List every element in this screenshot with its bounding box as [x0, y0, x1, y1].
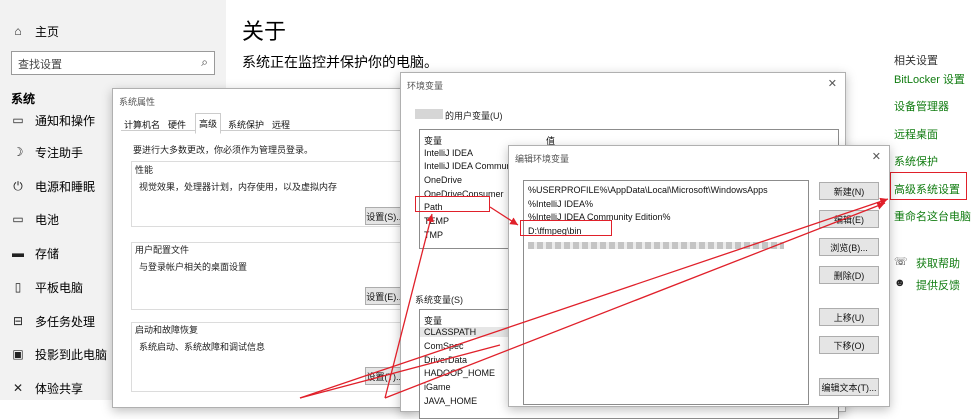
list-item[interactable]: ComSpec [424, 341, 464, 351]
list-item[interactable]: TMP [424, 230, 443, 240]
tab-system-protection[interactable]: 系统保护 [225, 115, 267, 134]
system-protection-link[interactable]: 系统保护 [894, 153, 938, 169]
user-vars-label: 的用户变量(U) [445, 111, 503, 121]
list-item[interactable]: OneDrive [424, 175, 462, 185]
get-help-link[interactable]: 获取帮助 [916, 255, 960, 271]
related-settings-heading: 相关设置 [894, 55, 938, 67]
sidebar-item-label: 存储 [35, 246, 60, 261]
tab-computer-name[interactable]: 计算机名 [121, 115, 163, 134]
new-button[interactable]: 新建(N) [819, 182, 879, 200]
col-variable: 变量 [424, 316, 443, 326]
moon-icon: ☽ [12, 145, 24, 159]
browse-button[interactable]: 浏览(B)... [819, 238, 879, 256]
sidebar-item-label: 多任务处理 [35, 314, 96, 329]
edit-button[interactable]: 编辑(E) [819, 210, 879, 228]
remote-desktop-link[interactable]: 远程桌面 [894, 126, 938, 142]
list-item[interactable]: TEMP [424, 216, 449, 226]
move-down-button[interactable]: 下移(O) [819, 336, 879, 354]
redacted-entry [528, 242, 784, 249]
sidebar-item-label: 投影到此电脑 [35, 347, 108, 362]
search-placeholder: 查找设置 [18, 59, 62, 71]
col-variable: 变量 [424, 136, 443, 146]
startup-title: 启动和故障恢复 [135, 325, 199, 335]
startup-desc: 系统启动、系统故障和调试信息 [139, 342, 266, 352]
share-icon: ✕ [12, 381, 24, 395]
page-subtitle: 系统正在监控并保护你的电脑。 [242, 54, 438, 70]
feedback-icon: ☻ [894, 277, 906, 289]
redacted-username [415, 109, 443, 119]
list-item[interactable]: iGame [424, 382, 451, 392]
notifications-icon: ▭ [12, 113, 24, 127]
list-item[interactable]: JAVA_HOME [424, 396, 477, 406]
tab-advanced[interactable]: 高级 [195, 113, 222, 134]
multitask-icon: ⊟ [12, 314, 24, 328]
help-icon: ☏ [894, 256, 908, 268]
sidebar-item-label: 专注助手 [35, 145, 84, 160]
search-input[interactable]: 查找设置 ⌕ [11, 51, 215, 75]
close-icon[interactable]: ✕ [872, 150, 881, 163]
path-entries-list[interactable]: %USERPROFILE%\AppData\Local\Microsoft\Wi… [523, 180, 809, 405]
list-item[interactable]: HADOOP_HOME [424, 368, 495, 378]
tablet-icon: ▯ [14, 280, 22, 294]
sidebar-item-label: 平板电脑 [35, 280, 84, 295]
sidebar-item-label: 主页 [35, 24, 60, 39]
dialog-title: 编辑环境变量 [515, 154, 570, 164]
tab-remote[interactable]: 远程 [269, 115, 293, 134]
related-settings: 相关设置 BitLocker 设置 设备管理器 远程桌面 系统保护 高级系统设置… [894, 0, 980, 400]
profile-title: 用户配置文件 [135, 245, 190, 255]
edit-environment-variable-dialog: 编辑环境变量 ✕ %USERPROFILE%\AppData\Local\Mic… [508, 145, 890, 407]
performance-desc: 视觉效果，处理器计划，内存使用，以及虚拟内存 [139, 182, 338, 192]
battery-icon: ▭ [12, 212, 24, 226]
project-icon: ▣ [12, 347, 24, 361]
list-item[interactable]: DriverData [424, 355, 467, 365]
power-icon: ⏻ [13, 178, 23, 193]
highlight-box [415, 196, 490, 212]
home-icon: ⌂ [14, 24, 22, 38]
edit-text-button[interactable]: 编辑文本(T)... [819, 378, 879, 396]
performance-title: 性能 [135, 165, 154, 175]
startup-settings-button[interactable]: 设置(T)... [365, 367, 405, 385]
sidebar-item-label: 电源和睡眠 [35, 179, 96, 194]
bitlocker-link[interactable]: BitLocker 设置 [894, 71, 965, 87]
admin-note: 要进行大多数更改，你必须作为管理员登录。 [133, 145, 314, 155]
sidebar-item-label: 体验共享 [35, 381, 84, 396]
profile-settings-button[interactable]: 设置(E)... [365, 287, 405, 305]
storage-icon: ▬ [12, 246, 24, 260]
dialog-title: 系统属性 [119, 97, 156, 107]
sidebar-item-home[interactable]: ⌂ 主页 [0, 16, 226, 46]
rename-pc-link[interactable]: 重命名这台电脑 [894, 208, 971, 224]
system-vars-label: 系统变量(S) [415, 295, 463, 305]
list-item[interactable]: %USERPROFILE%\AppData\Local\Microsoft\Wi… [528, 185, 768, 195]
highlight-box [520, 220, 612, 236]
feedback-link[interactable]: 提供反馈 [916, 277, 960, 293]
device-manager-link[interactable]: 设备管理器 [894, 98, 949, 114]
move-up-button[interactable]: 上移(U) [819, 308, 879, 326]
performance-settings-button[interactable]: 设置(S)... [365, 207, 405, 225]
profile-desc: 与登录帐户相关的桌面设置 [139, 262, 248, 272]
list-item[interactable]: %IntelliJ IDEA% [528, 199, 593, 209]
delete-button[interactable]: 删除(D) [819, 266, 879, 284]
sidebar-item-label: 电池 [35, 212, 60, 227]
page-title: 关于 [242, 19, 287, 44]
close-icon[interactable]: ✕ [828, 77, 837, 90]
dialog-title: 环境变量 [407, 81, 444, 91]
sidebar-item-label: 通知和操作 [35, 113, 96, 128]
system-properties-dialog: 系统属性 计算机名 硬件 高级 系统保护 远程 要进行大多数更改，你必须作为管理… [112, 88, 421, 408]
search-icon: ⌕ [201, 55, 208, 69]
highlight-box [890, 172, 967, 200]
tab-bar: 计算机名 硬件 高级 系统保护 远程 [121, 113, 411, 134]
list-item[interactable]: IntelliJ IDEA [424, 148, 473, 158]
tab-hardware[interactable]: 硬件 [165, 115, 189, 134]
